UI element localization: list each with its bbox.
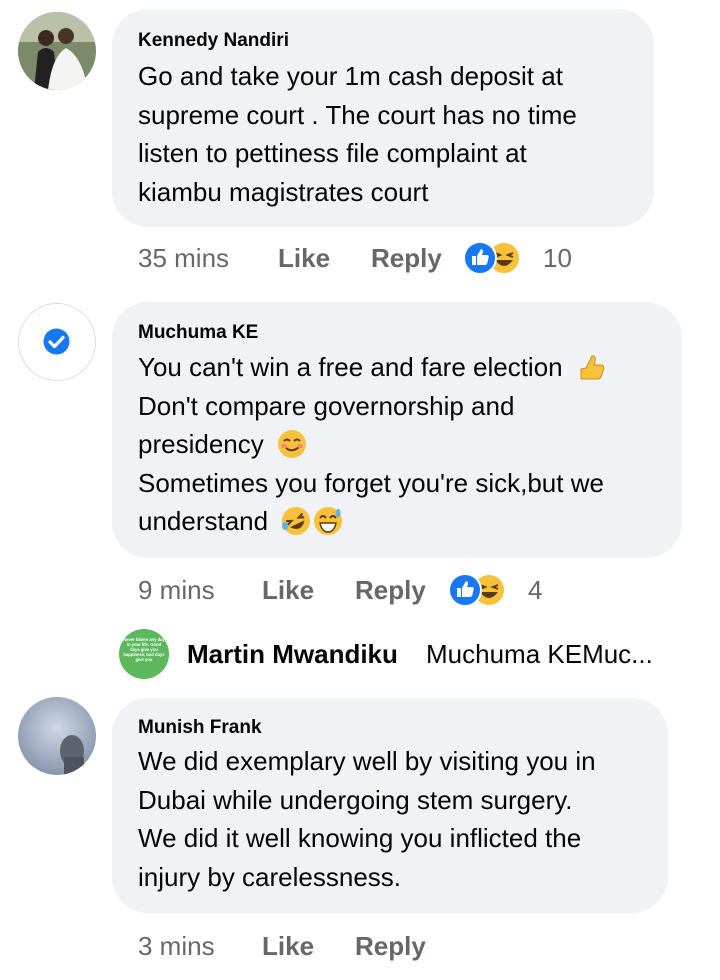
comment-line-row: understand (138, 502, 606, 541)
reaction-count: 4 (528, 575, 543, 605)
comment-author[interactable]: Kennedy Nandiri (138, 30, 289, 52)
reply-snippet[interactable]: Muchuma KEMuc... (426, 639, 653, 670)
comment-line: Go and take your 1m cash deposit at (138, 61, 563, 91)
comment-line: understand (138, 506, 269, 536)
comment-time[interactable]: 35 mins (138, 243, 229, 274)
avatar-munish[interactable] (18, 697, 96, 775)
comment-line: Dubai while undergoing stem surgery. (138, 784, 573, 815)
comment-line: supreme court . The court has no time (138, 99, 577, 130)
avatar-muchuma[interactable] (18, 303, 96, 381)
comment-author[interactable]: Muchuma KE (138, 322, 258, 344)
comment-text: Go and take your 1m cash deposit at supr… (138, 57, 577, 211)
comment-text: You can't win a free and fare election D… (138, 348, 606, 541)
thumbs-up-emoji-icon (580, 355, 605, 380)
comment-author[interactable]: Munish Frank (138, 717, 262, 739)
like-button[interactable]: Like (262, 575, 314, 606)
like-icon (463, 241, 497, 275)
comment-line: presidency (138, 429, 264, 459)
comment-line-row: You can't win a free and fare election (138, 348, 606, 387)
reply-button[interactable]: Reply (371, 243, 442, 274)
rofl-emoji-icon (282, 507, 311, 535)
avatar-martin[interactable]: Never blame any day in your life. Good d… (119, 629, 169, 679)
grinning-sweat-emoji-icon (314, 507, 343, 535)
smirk-emoji-icon (277, 430, 306, 458)
comment-text: We did exemplary well by visiting you in… (138, 742, 596, 896)
reply-button[interactable]: Reply (355, 575, 426, 606)
comment-bubble: Kennedy Nandiri Go and take your 1m cash… (112, 9, 654, 227)
avatar-text: Never blame any day in your life. Good d… (123, 637, 165, 662)
reactions[interactable]: 4 (448, 573, 558, 607)
reactions[interactable]: 10 (463, 241, 583, 275)
reaction-count: 10 (543, 243, 572, 273)
comment-line: kiambu magistrates court (138, 176, 429, 207)
comment-time[interactable]: 9 mins (138, 575, 215, 606)
comment-bubble: Munish Frank We did exemplary well by vi… (112, 698, 668, 913)
comment-line: Don't compare governorship and (138, 390, 515, 421)
comment-line: listen to pettiness file complaint at (138, 138, 527, 168)
avatar-kennedy[interactable] (18, 12, 96, 90)
like-button[interactable]: Like (262, 931, 314, 962)
like-button[interactable]: Like (278, 243, 330, 274)
comment-line-row: presidency (138, 425, 606, 464)
check-icon (43, 328, 70, 355)
like-icon (448, 573, 482, 607)
reply-button[interactable]: Reply (355, 931, 426, 962)
comment-bubble: Muchuma KE You can't win a free and fare… (112, 302, 682, 558)
comment-line: Sometimes you forget you're sick,but we (138, 467, 604, 498)
reply-author[interactable]: Martin Mwandiku (187, 639, 398, 670)
comment-line: You can't win a free and fare election (138, 352, 563, 382)
comment-line: We did it well knowing you inflicted the (138, 823, 582, 853)
comment-time[interactable]: 3 mins (138, 931, 215, 962)
comment-line: We did exemplary well by visiting you in (138, 746, 596, 776)
comment-line: injury by carelessness. (138, 861, 401, 892)
